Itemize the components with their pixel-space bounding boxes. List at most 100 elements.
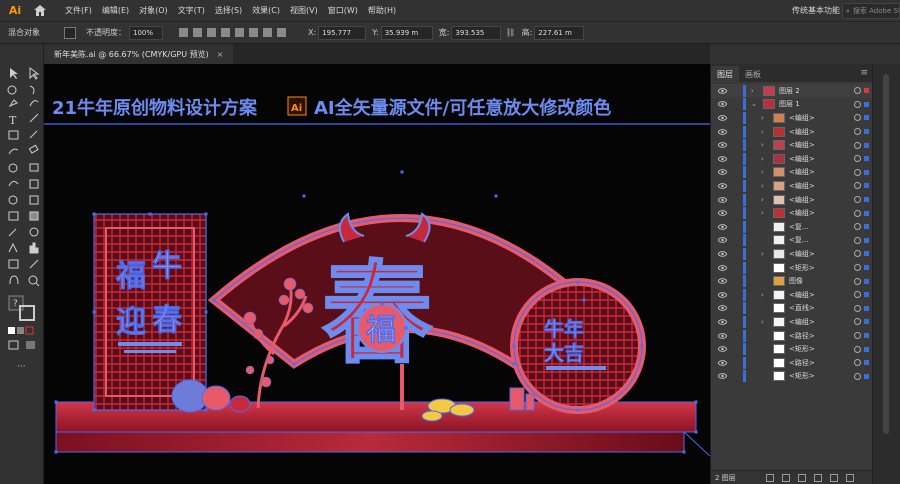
trash-icon[interactable]	[845, 473, 854, 482]
opacity-field[interactable]: 100%	[129, 25, 163, 40]
target-circle-icon[interactable]	[854, 304, 861, 312]
align-left-icon[interactable]	[179, 28, 188, 37]
anchor-point[interactable]	[694, 430, 698, 434]
visibility-eye-icon[interactable]	[718, 264, 727, 271]
layer-row[interactable]: › 图层 2	[711, 84, 873, 98]
menu-item[interactable]: 编辑(E)	[97, 5, 134, 16]
layer-row[interactable]: <矩形>	[711, 261, 873, 275]
distribute-icon[interactable]	[263, 28, 272, 37]
expand-toggle-icon[interactable]: ›	[761, 141, 764, 149]
layer-row[interactable]: <矩形>	[711, 342, 873, 356]
layer-name[interactable]: <编组>	[789, 127, 815, 137]
anchor-point[interactable]	[148, 212, 152, 216]
expand-toggle-icon[interactable]: ›	[761, 291, 764, 299]
layer-name[interactable]: <编组>	[789, 181, 815, 191]
new-sublayer-icon[interactable]	[813, 473, 822, 482]
layer-row[interactable]: › <编组>	[711, 111, 873, 125]
menu-item[interactable]: 视图(V)	[285, 5, 323, 16]
home-icon[interactable]	[32, 3, 48, 19]
layer-row[interactable]: <复...	[711, 220, 873, 234]
selection-indicator[interactable]	[864, 373, 869, 379]
align-bottom-icon[interactable]	[249, 28, 258, 37]
layer-name[interactable]: <矩形>	[789, 263, 815, 273]
tab-artboards[interactable]: 画板	[739, 66, 767, 82]
layer-name[interactable]: <复...	[789, 235, 809, 245]
anchor-point[interactable]	[682, 450, 686, 454]
layer-name[interactable]: <编组>	[789, 249, 815, 259]
layer-name[interactable]: <矩形>	[789, 371, 815, 381]
expand-toggle-icon[interactable]: ›	[751, 87, 754, 95]
search-input[interactable]: ⌕ 搜索 Adobe Stock	[842, 3, 900, 19]
workspace-switcher[interactable]: 传统基本功能	[792, 5, 840, 16]
selection-indicator[interactable]	[864, 333, 869, 339]
target-circle-icon[interactable]	[854, 250, 861, 258]
visibility-eye-icon[interactable]	[718, 251, 727, 257]
layer-row[interactable]: › <编组>	[711, 166, 873, 180]
visibility-eye-icon[interactable]	[718, 142, 727, 148]
export-icon[interactable]	[765, 473, 774, 482]
anchor-point[interactable]	[404, 326, 408, 330]
menu-item[interactable]: 文字(T)	[173, 5, 210, 16]
visibility-eye-icon[interactable]	[718, 292, 727, 298]
layer-name[interactable]: <路径>	[789, 358, 815, 368]
anchor-point[interactable]	[576, 408, 580, 412]
anchor-point[interactable]	[204, 212, 208, 216]
anchor-point[interactable]	[380, 302, 384, 306]
expand-toggle-icon[interactable]: ›	[761, 128, 764, 136]
target-circle-icon[interactable]	[854, 345, 861, 353]
layer-row[interactable]: › <编组>	[711, 315, 873, 329]
target-circle-icon[interactable]	[854, 114, 861, 122]
target-circle-icon[interactable]	[854, 209, 861, 217]
layer-name[interactable]: <编组>	[789, 113, 815, 123]
visibility-eye-icon[interactable]	[718, 373, 727, 380]
layer-name[interactable]: 图层 2	[779, 86, 800, 96]
align-top-icon[interactable]	[221, 28, 230, 37]
visibility-eye-icon[interactable]	[718, 128, 727, 135]
anchor-point[interactable]	[512, 362, 516, 366]
target-circle-icon[interactable]	[854, 332, 861, 340]
anchor-point[interactable]	[92, 310, 96, 314]
tab-layers[interactable]: 图层	[711, 66, 739, 82]
target-circle-icon[interactable]	[854, 182, 861, 190]
layer-row[interactable]: <路径>	[711, 329, 873, 343]
target-circle-icon[interactable]	[854, 87, 861, 95]
layer-name[interactable]: <编组>	[789, 154, 815, 164]
target-circle-icon[interactable]	[854, 264, 861, 272]
x-field[interactable]: 195.777	[318, 25, 367, 40]
anchor-point[interactable]	[494, 194, 498, 198]
layer-row[interactable]: › <编组>	[711, 152, 873, 166]
anchor-point[interactable]	[576, 280, 580, 284]
align-center-icon[interactable]	[193, 28, 202, 37]
layer-name[interactable]: <编组>	[789, 195, 815, 205]
layer-name[interactable]: 图像	[789, 276, 803, 286]
align-right-icon[interactable]	[207, 28, 216, 37]
layer-row[interactable]: <直线>	[711, 302, 873, 316]
selection-indicator[interactable]	[864, 237, 869, 243]
visibility-eye-icon[interactable]	[718, 88, 727, 94]
menu-item[interactable]: 选择(S)	[210, 5, 247, 16]
document-tab[interactable]: 新年美陈.ai @ 66.67% (CMYK/GPU 预览) ×	[44, 44, 234, 64]
constrain-proportions-icon[interactable]: ⛓	[505, 28, 515, 37]
visibility-eye-icon[interactable]	[718, 278, 727, 284]
selection-indicator[interactable]	[864, 346, 869, 352]
clipping-mask-icon[interactable]	[797, 473, 806, 482]
close-icon[interactable]: ×	[217, 50, 224, 59]
selection-indicator[interactable]	[864, 319, 869, 325]
visibility-eye-icon[interactable]	[718, 210, 727, 216]
target-circle-icon[interactable]	[854, 223, 861, 231]
target-circle-icon[interactable]	[854, 196, 861, 204]
anchor-point[interactable]	[212, 298, 216, 302]
layer-name[interactable]: <编组>	[789, 140, 815, 150]
menu-item[interactable]: 帮助(H)	[363, 5, 401, 16]
visibility-eye-icon[interactable]	[718, 196, 727, 203]
layer-row[interactable]: ⌄ 图层 1	[711, 98, 873, 112]
layer-name[interactable]: <直线>	[789, 303, 815, 313]
new-layer-icon[interactable]	[829, 473, 838, 482]
target-circle-icon[interactable]	[854, 168, 861, 176]
layer-name[interactable]: <矩形>	[789, 344, 815, 354]
expand-toggle-icon[interactable]: ›	[761, 155, 764, 163]
anchor-point[interactable]	[640, 344, 644, 348]
visibility-eye-icon[interactable]	[718, 101, 727, 108]
expand-toggle-icon[interactable]: ›	[761, 209, 764, 217]
artboard-canvas[interactable]: 21牛年原创物料设计方案 Ai AI全矢量源文件/可任意放大修改颜色 福 牛 迎…	[44, 64, 710, 484]
